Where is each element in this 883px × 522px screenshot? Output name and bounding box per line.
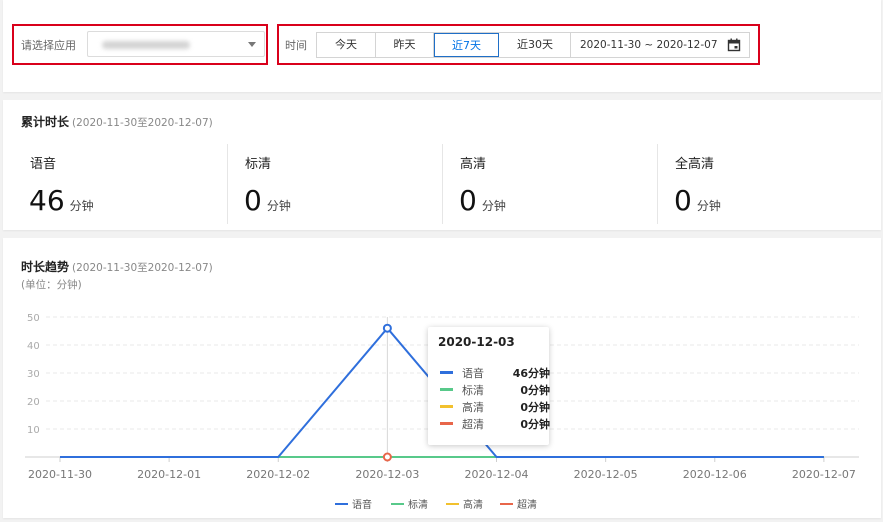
stat-hd-value: 0: [459, 184, 477, 217]
calendar-icon[interactable]: [727, 38, 741, 52]
range-7days-button[interactable]: 近7天: [434, 33, 499, 57]
range-today-button[interactable]: 今天: [317, 33, 376, 57]
stat-sd-label: 标清: [245, 157, 272, 172]
stat-hd-unit: 分钟: [481, 199, 506, 213]
tooltip-row: 标清 0分钟: [440, 382, 550, 398]
total-duration-title: 累计时长 (2020-11-30至2020-12-07): [21, 113, 213, 130]
time-label: 时间: [285, 39, 307, 52]
y-tick-label: 10: [27, 425, 40, 436]
y-tick-label: 40: [27, 341, 40, 352]
date-range-picker[interactable]: 2020-11-30 ~ 2020-12-07: [570, 32, 750, 58]
total-duration-period: (2020-11-30至2020-12-07): [72, 117, 213, 129]
y-tick-label: 30: [27, 369, 40, 380]
range-30days-button[interactable]: 近30天: [499, 33, 571, 57]
tooltip-series-name: 超清: [462, 418, 484, 431]
filter-card: 请选择应用 时间 今天 昨天 近7天 近30天 2020-11-30 ~ 202…: [3, 0, 881, 92]
stat-fhd-value: 0: [674, 184, 692, 217]
app-select-label: 请选择应用: [21, 39, 76, 52]
x-tick-label: 2020-12-03: [355, 468, 419, 481]
stat-hd-label: 高清: [460, 157, 487, 172]
tooltip-series-value: 46分钟: [512, 367, 550, 380]
tooltip-row: 语音 46分钟: [440, 365, 550, 381]
x-tick-label: 2020-12-01: [137, 468, 201, 481]
legend-label: 高清: [463, 498, 483, 511]
stat-sd-value: 0: [244, 184, 262, 217]
tooltip-series-value: 0分钟: [520, 384, 550, 397]
tooltip-series-name: 高清: [462, 401, 484, 414]
total-duration-title-text: 累计时长: [21, 115, 70, 129]
stat-voice-label: 语音: [30, 157, 57, 172]
stat-sd-unit: 分钟: [266, 199, 291, 213]
highlight-point-voice: [382, 323, 392, 333]
stat-hd-value-wrap: 0 分钟: [459, 184, 506, 223]
stat-voice-value-wrap: 46 分钟: [29, 184, 94, 223]
trend-card: 时长趋势 (2020-11-30至2020-12-07) (单位：分钟) 10 20…: [3, 238, 881, 518]
tooltip-row: 高清 0分钟: [440, 399, 550, 415]
y-tick-label: 20: [27, 397, 40, 408]
tooltip-series-value: 0分钟: [520, 418, 550, 431]
x-tick-label: 2020-12-07: [792, 468, 856, 481]
range-yesterday-button[interactable]: 昨天: [376, 33, 434, 57]
x-tick-label: 2020-12-02: [246, 468, 310, 481]
legend-label: 标清: [408, 498, 428, 511]
legend-label: 超清: [517, 498, 537, 511]
series-swatch-icon: [440, 422, 453, 425]
tooltip-date: 2020-12-03: [438, 335, 515, 349]
stat-sd-value-wrap: 0 分钟: [244, 184, 291, 223]
stat-voice-value: 46: [29, 184, 65, 217]
tooltip-series-name: 语音: [462, 367, 484, 380]
x-tick-label: 2020-12-06: [683, 468, 747, 481]
stat-fhd-label: 全高清: [675, 157, 715, 172]
stat-fhd-unit: 分钟: [696, 199, 721, 213]
stat-fhd-value-wrap: 0 分钟: [674, 184, 721, 223]
legend-label: 语音: [352, 498, 372, 511]
app-select[interactable]: [87, 31, 265, 57]
highlight-point-baseline: [382, 452, 392, 462]
stat-voice-unit: 分钟: [69, 199, 94, 213]
series-swatch-icon: [440, 371, 453, 374]
app-name-blurred: [102, 41, 190, 49]
total-duration-card: 累计时长 (2020-11-30至2020-12-07) 语音 46 分钟 标清 0…: [3, 100, 881, 230]
x-tick-label: 2020-12-05: [574, 468, 638, 481]
stat-divider: [227, 144, 228, 224]
x-tick-label: 2020-11-30: [28, 468, 92, 481]
range-button-group: 今天 昨天 近7天 近30天: [316, 32, 572, 58]
tooltip-row: 超清 0分钟: [440, 416, 550, 432]
date-range-value: 2020-11-30 ~ 2020-12-07: [580, 39, 718, 51]
series-swatch-icon: [440, 388, 453, 391]
y-tick-label: 50: [27, 313, 40, 324]
x-tick-label: 2020-12-04: [465, 468, 529, 481]
series-swatch-icon: [440, 405, 453, 408]
stat-divider: [657, 144, 658, 224]
chart-tooltip: 2020-12-03 语音 46分钟 标清 0分钟 高清 0分钟 超清 0分钟: [428, 327, 550, 445]
chevron-down-icon: [248, 42, 256, 47]
tooltip-series-value: 0分钟: [520, 401, 550, 414]
stat-divider: [442, 144, 443, 224]
tooltip-series-name: 标清: [462, 384, 484, 397]
